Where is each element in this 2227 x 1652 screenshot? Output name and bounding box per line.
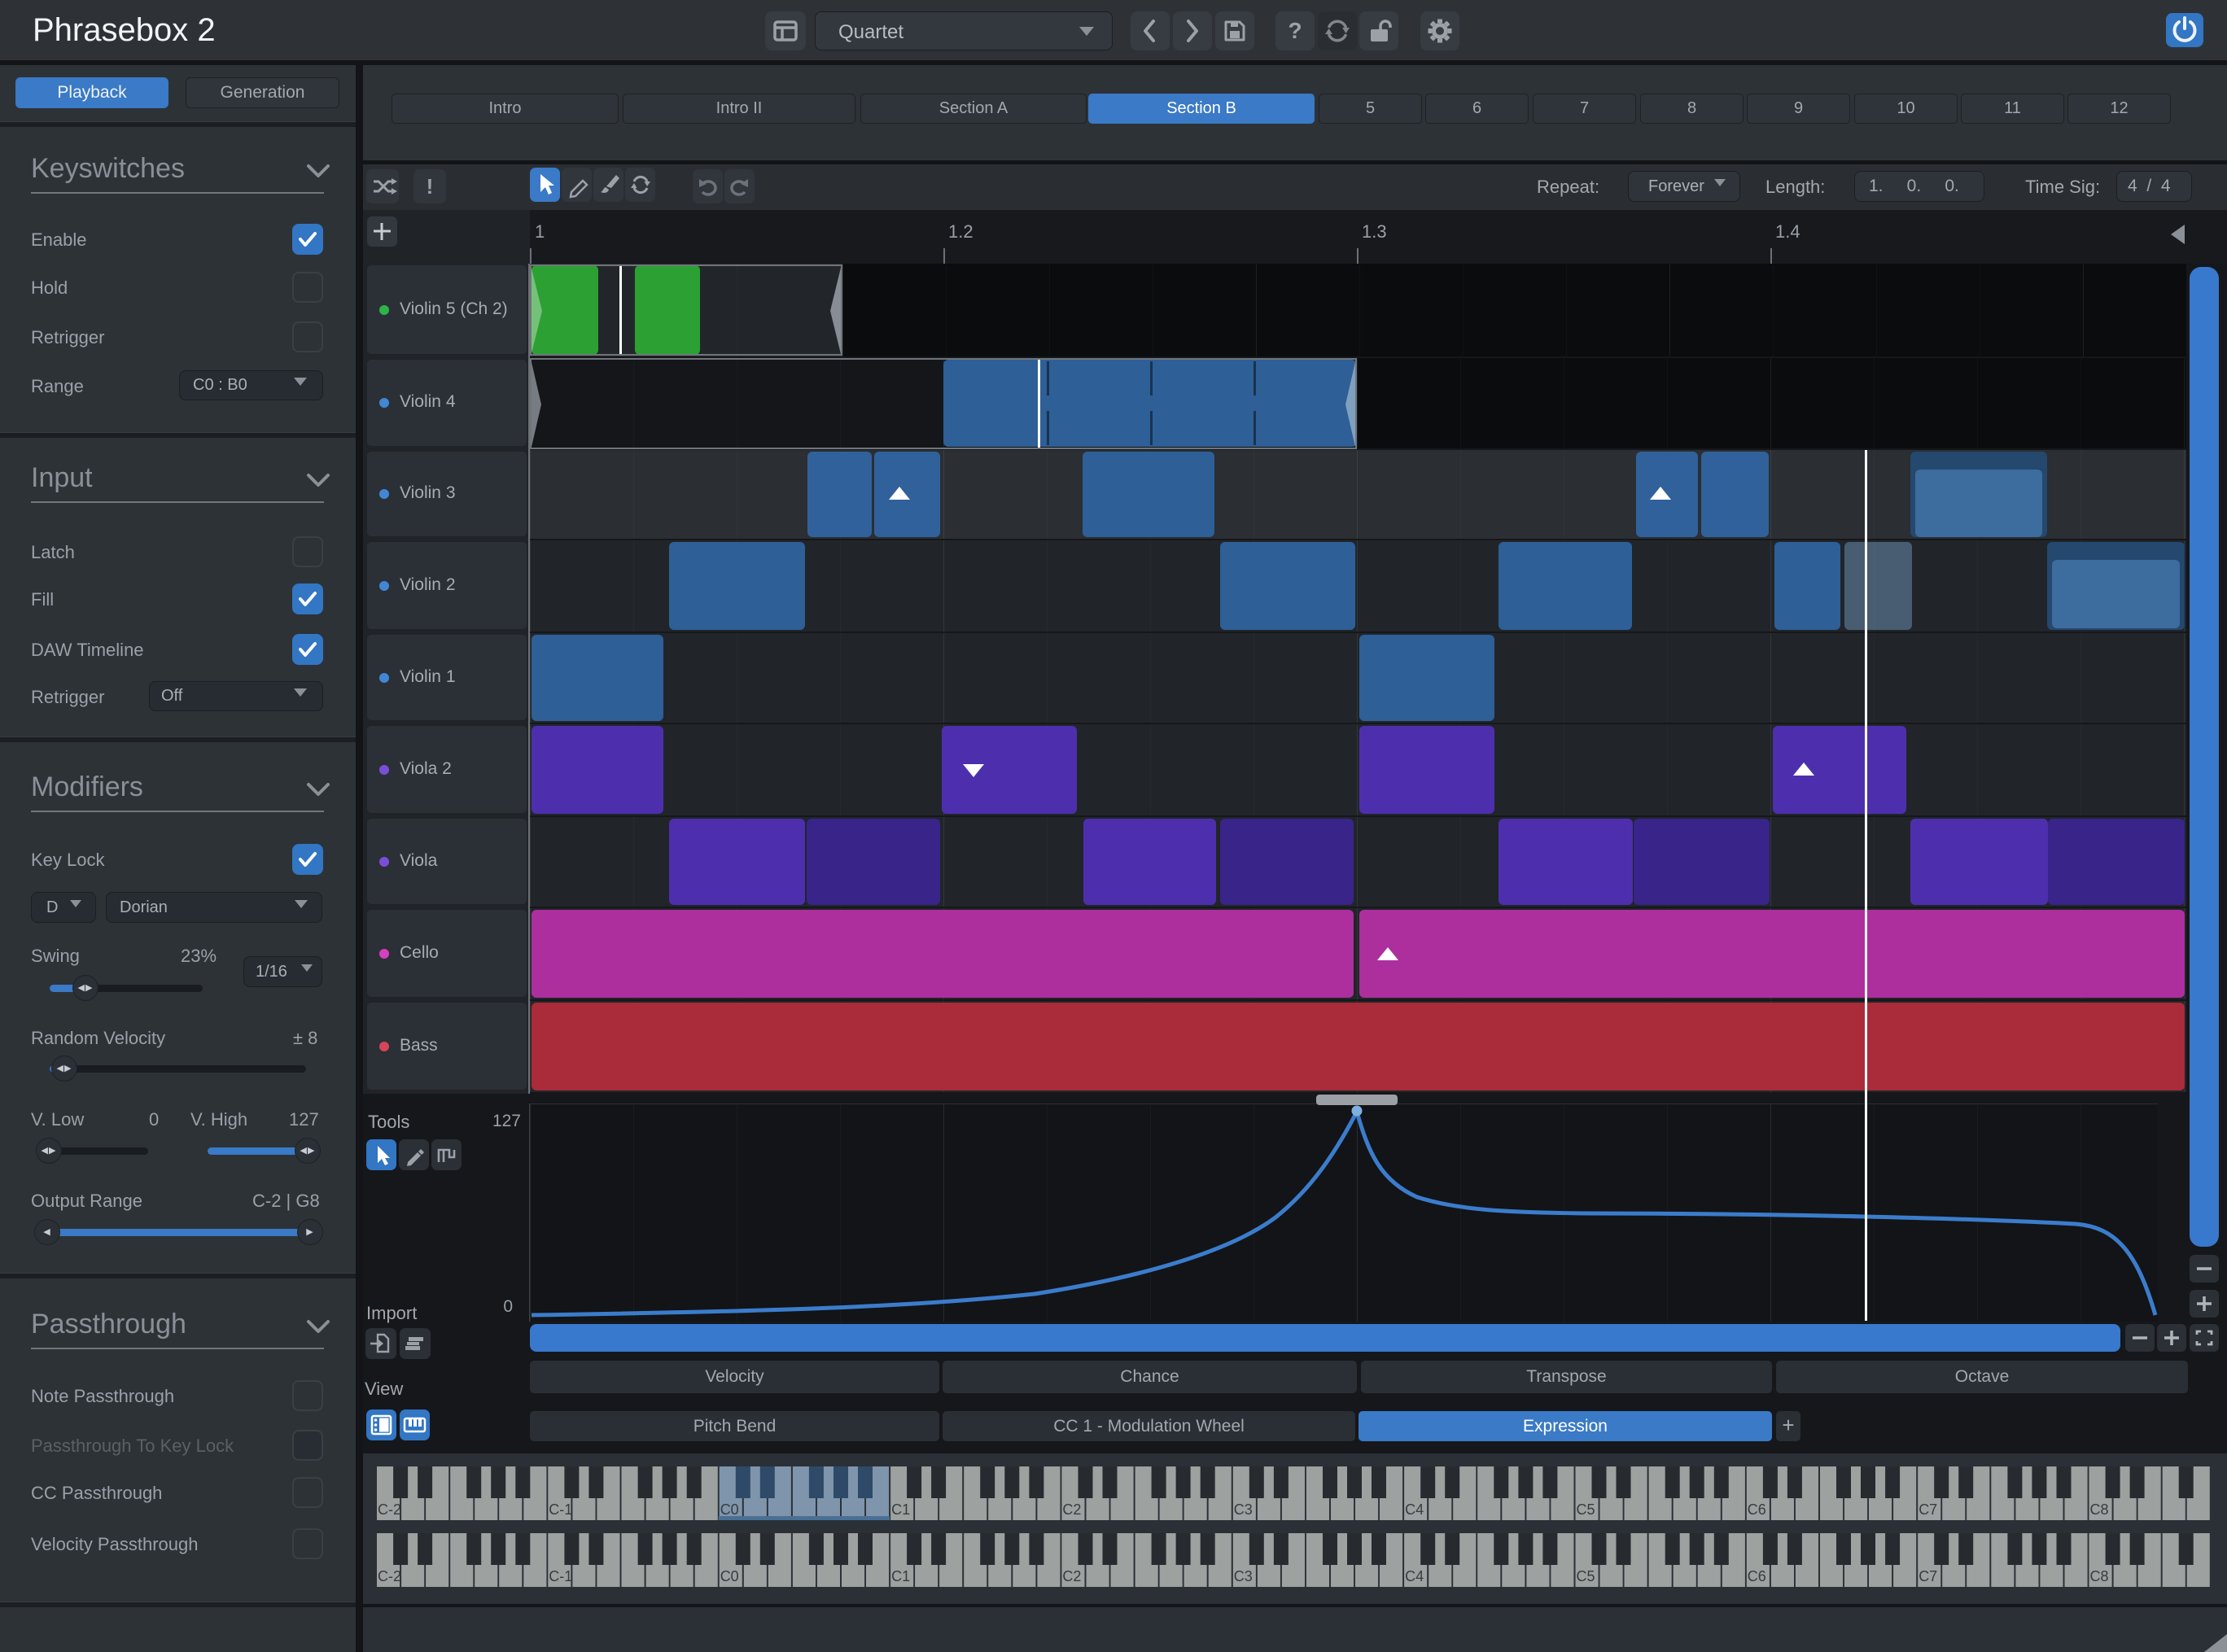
svg-text:C6: C6 [1748, 1568, 1766, 1584]
svg-text:C-1: C-1 [549, 1501, 572, 1518]
svg-text:C0: C0 [720, 1501, 739, 1518]
svg-text:C5: C5 [1577, 1568, 1595, 1584]
svg-text:C-2: C-2 [378, 1501, 401, 1518]
svg-text:C5: C5 [1577, 1501, 1595, 1518]
svg-text:C3: C3 [1234, 1501, 1253, 1518]
svg-text:C2: C2 [1062, 1501, 1081, 1518]
svg-text:C6: C6 [1748, 1501, 1766, 1518]
svg-text:C4: C4 [1405, 1568, 1424, 1584]
svg-text:C8: C8 [2090, 1501, 2109, 1518]
svg-text:C-2: C-2 [378, 1568, 401, 1584]
svg-text:C3: C3 [1234, 1568, 1253, 1584]
svg-text:C4: C4 [1405, 1501, 1424, 1518]
svg-text:C1: C1 [891, 1501, 910, 1518]
svg-text:C0: C0 [720, 1568, 739, 1584]
svg-text:C2: C2 [1062, 1568, 1081, 1584]
svg-text:C8: C8 [2090, 1568, 2109, 1584]
svg-text:C1: C1 [891, 1568, 910, 1584]
svg-text:C7: C7 [1919, 1501, 1937, 1518]
svg-text:C-1: C-1 [549, 1568, 572, 1584]
svg-text:C7: C7 [1919, 1568, 1937, 1584]
